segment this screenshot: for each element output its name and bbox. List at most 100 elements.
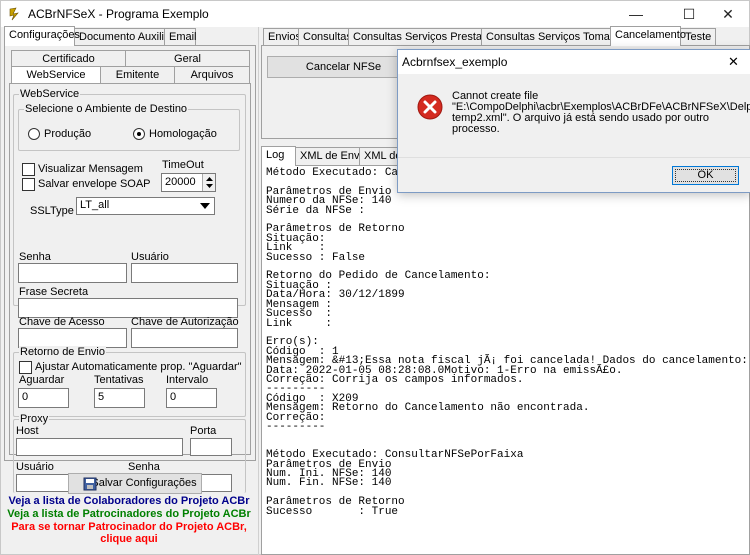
tab-xml-retorno[interactable]: XML de	[359, 147, 402, 165]
proxy-usuario-label: Usuário	[16, 461, 54, 473]
tentativas-label: Tentativas	[94, 374, 144, 386]
webservice-tab-content: WebService Selecione o Ambiente de Desti…	[9, 83, 251, 493]
visualizar-mensagem-label: Visualizar Mensagem	[38, 163, 143, 175]
log-line: Correção: Corrija os campos informados.	[266, 373, 524, 386]
porta-label: Porta	[190, 425, 217, 437]
log-line: Mensagem: Retorno do Cancelamento não en…	[266, 402, 590, 415]
retorno-group: Retorno de Envio Ajustar Automaticamente…	[13, 346, 246, 417]
usuario-label: Usuário	[131, 251, 169, 263]
ajustar-label: Ajustar Automaticamente prop. "Aguardar"	[35, 361, 242, 373]
main-window: ACBrNFSeX - Programa Exemplo — ☐ ✕ Confi…	[0, 0, 750, 555]
log-line: Sucesso :	[266, 308, 333, 321]
tab-cancelamento[interactable]: Cancelamento	[610, 26, 686, 46]
ssltype-label: SSLType	[30, 205, 74, 217]
porta-input[interactable]	[190, 438, 232, 456]
timeout-label: TimeOut	[162, 159, 204, 171]
tab-configuracoes[interactable]: Configurações	[4, 26, 80, 46]
tab-arquivos[interactable]: Arquivos	[174, 66, 250, 84]
log-line: Retorno do Pedido de Cancelamento:	[266, 270, 491, 283]
host-input[interactable]	[16, 438, 183, 456]
log-line: Série da NFSe :	[266, 204, 366, 217]
log-line: Mensagem :	[266, 298, 333, 311]
chevron-down-icon	[200, 203, 210, 209]
tab-emitente[interactable]: Emitente	[100, 66, 175, 84]
log-line: Situação:	[266, 232, 326, 245]
log-line: Num. Fin. NFSe: 140	[266, 477, 392, 490]
visualizar-mensagem-checkbox[interactable]	[22, 163, 35, 176]
salvar-envelope-checkbox[interactable]	[22, 178, 35, 191]
host-label: Host	[16, 425, 39, 437]
splitter[interactable]	[258, 27, 259, 555]
log-line: ---------	[266, 420, 326, 433]
chave-autorizacao-label: Chave de Autorização	[131, 316, 239, 328]
tab-log[interactable]: Log	[261, 146, 296, 166]
salvar-envelope-label: Salvar envelope SOAP	[38, 178, 151, 190]
intervalo-label: Intervalo	[166, 374, 209, 386]
tab-webservice[interactable]: WebService	[11, 66, 101, 84]
tab-consultas-prestados[interactable]: Consultas Serviços Prestados	[348, 28, 500, 46]
radio-homologacao-label: Homologação	[149, 128, 217, 140]
frase-secreta-label: Frase Secreta	[19, 286, 89, 298]
log-memo[interactable]: Método Executado: Canc Parâmetros de Env…	[261, 165, 750, 555]
log-line: Correção:	[266, 411, 326, 424]
salvar-configuracoes-label: Salvar Configurações	[91, 477, 197, 489]
close-button[interactable]: ✕	[705, 1, 750, 27]
aguardar-input[interactable]: 0	[18, 388, 69, 408]
window-title: ACBrNFSeX - Programa Exemplo	[28, 7, 209, 21]
dialog-title-bar: Acbrnfsex_exemplo ✕	[398, 50, 750, 74]
ambiente-group: Selecione o Ambiente de Destino Produção…	[18, 103, 240, 151]
tab-consultas[interactable]: Consultas	[298, 28, 352, 46]
ambiente-group-label: Selecione o Ambiente de Destino	[24, 103, 189, 115]
salvar-configuracoes-button[interactable]: Salvar Configurações	[68, 473, 202, 494]
chave-acesso-input[interactable]	[18, 328, 127, 348]
link-clique-aqui[interactable]: clique aqui	[1, 533, 257, 545]
chave-autorizacao-input[interactable]	[131, 328, 238, 348]
error-dialog: Acbrnfsex_exemplo ✕ Cannot create file "…	[397, 49, 750, 193]
log-line: Sucesso : False	[266, 251, 366, 264]
spinner-arrows-icon	[206, 177, 213, 188]
usuario-input[interactable]	[131, 263, 238, 283]
dialog-message-line: processo.	[452, 123, 500, 135]
dialog-message: Cannot create file "E:\CompoDelphi\acbr\…	[452, 91, 750, 135]
senha-label: Senha	[19, 251, 51, 263]
senha-input[interactable]	[18, 263, 127, 283]
ok-button[interactable]: OK	[672, 166, 739, 185]
ssltype-select[interactable]: LT_all	[76, 197, 215, 215]
intervalo-input[interactable]: 0	[166, 388, 217, 408]
log-line: Link :	[266, 317, 333, 330]
dialog-button-area: OK	[398, 157, 750, 192]
retorno-group-label: Retorno de Envio	[19, 346, 106, 358]
title-bar: ACBrNFSeX - Programa Exemplo — ☐ ✕	[1, 1, 749, 27]
log-line: Parâmetros de Retorno	[266, 223, 405, 236]
error-icon	[417, 94, 443, 120]
app-icon	[9, 7, 19, 21]
radio-producao[interactable]	[28, 128, 40, 140]
link-colaboradores[interactable]: Veja a lista de Colaboradores do Projeto…	[1, 495, 257, 507]
tab-email[interactable]: Email	[164, 28, 197, 46]
log-line: Sucesso : True	[266, 505, 399, 518]
tab-xml-envio[interactable]: XML de Envio	[295, 147, 368, 165]
radio-homologacao[interactable]	[133, 128, 145, 140]
link-tornar-patrocinador[interactable]: Para se tornar Patrocinador do Projeto A…	[1, 521, 257, 533]
timeout-spinner[interactable]	[202, 174, 215, 191]
link-patrocinadores[interactable]: Veja a lista de Patrocinadores do Projet…	[1, 508, 257, 520]
tentativas-input[interactable]: 5	[94, 388, 145, 408]
minimize-button[interactable]: —	[613, 1, 659, 27]
tab-documento-auxiliar[interactable]: Documento Auxiliar	[74, 28, 174, 46]
log-line: Data/Hora: 30/12/1899	[266, 289, 405, 302]
aguardar-label: Aguardar	[19, 374, 65, 386]
save-icon	[83, 477, 97, 491]
tab-envios[interactable]: Envios	[263, 28, 301, 46]
configuracoes-panel: Certificado Geral WebService Emitente Ar…	[4, 45, 256, 493]
chave-acesso-label: Chave de Acesso	[19, 316, 105, 328]
proxy-senha-label: Senha	[128, 461, 160, 473]
ajustar-checkbox[interactable]	[19, 361, 32, 374]
dialog-close-button[interactable]: ✕	[728, 54, 739, 70]
radio-producao-label: Produção	[44, 128, 92, 140]
tab-consultas-tomados[interactable]: Consultas Serviços Tomados	[481, 28, 628, 46]
webservice-group-label: WebService	[19, 88, 81, 100]
frase-secreta-input[interactable]	[18, 298, 238, 318]
proxy-group-label: Proxy	[19, 413, 50, 425]
